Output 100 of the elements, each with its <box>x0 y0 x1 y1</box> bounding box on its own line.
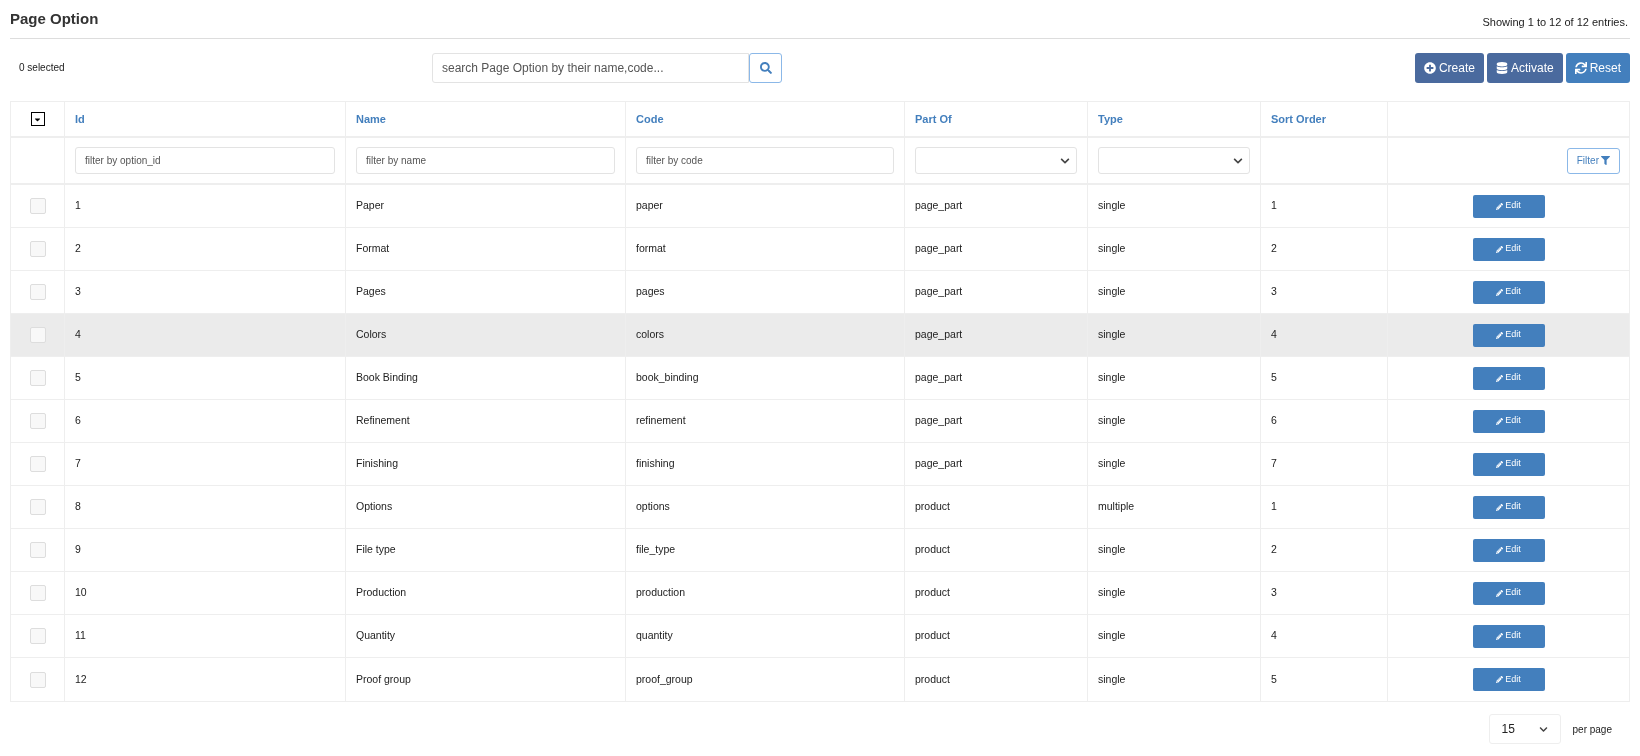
database-icon <box>1495 61 1508 74</box>
table-cell: 2 <box>1271 542 1277 558</box>
table-cell: product <box>915 542 951 558</box>
table-row[interactable]: 4 Colors colors page_part single 4 Edit <box>11 314 1629 357</box>
table-cell: Book Binding <box>356 370 418 386</box>
table-cell: single <box>1098 241 1126 257</box>
row-checkbox[interactable] <box>29 542 46 558</box>
table-cell-text: single <box>1098 671 1126 687</box>
table-cell: format <box>636 241 666 257</box>
table-cell-text: product <box>915 671 951 687</box>
table-cell: 5 <box>75 370 81 386</box>
filter-dropdown[interactable] <box>915 147 1077 174</box>
table-row[interactable]: 10 Production production product single 3 Edit <box>11 572 1629 615</box>
row-checkbox[interactable] <box>29 628 46 644</box>
table-cell: 10 <box>75 585 87 601</box>
edit-button[interactable]: Edit <box>1472 366 1545 390</box>
edit-button[interactable]: Edit <box>1472 280 1545 304</box>
search-field[interactable]: search Page Option by their name,code... <box>432 52 749 83</box>
search-button[interactable] <box>749 52 782 83</box>
table-row[interactable]: 5 Book Binding book_binding page_part single 5 Edit <box>11 357 1629 400</box>
table-cell: product <box>915 499 951 515</box>
edit-button[interactable]: Edit <box>1472 452 1545 476</box>
filter-dropdown[interactable] <box>1098 147 1250 174</box>
table-cell: 4 <box>1271 628 1277 644</box>
table-cell-text: 12 <box>75 671 87 687</box>
edit-button[interactable]: Edit <box>1472 194 1545 218</box>
pencil-icon <box>1496 676 1504 683</box>
pencil-icon <box>1496 417 1504 425</box>
table-cell: 11 <box>75 628 86 644</box>
table-row[interactable]: 2 Format format page_part single 2 Edit <box>11 228 1629 271</box>
edit-button[interactable]: Edit <box>1472 323 1545 347</box>
edit-button[interactable]: Edit <box>1472 409 1545 433</box>
table-cell: file_type <box>636 542 676 558</box>
table-row[interactable]: 1 Paper paper page_part single 1 Edit <box>11 185 1629 228</box>
table-cell: 2 <box>75 241 81 257</box>
table-cell: page_part <box>915 198 963 214</box>
column-header[interactable]: Sort Order <box>1271 110 1326 128</box>
selected-count: 0 selected <box>19 61 66 75</box>
edit-button[interactable]: Edit <box>1472 495 1545 519</box>
row-checkbox[interactable] <box>29 456 46 472</box>
row-checkbox[interactable] <box>29 241 46 257</box>
column-header[interactable]: Id <box>75 110 85 128</box>
table-cell: Options <box>356 499 393 515</box>
table-row[interactable]: 3 Pages pages page_part single 3 Edit <box>11 271 1629 314</box>
edit-button[interactable]: Edit <box>1472 237 1545 261</box>
table-cell: 3 <box>75 284 81 300</box>
row-checkbox[interactable] <box>29 327 46 343</box>
reset-button[interactable]: Reset <box>1565 52 1630 83</box>
table-cell: 7 <box>75 456 81 472</box>
chevron-down-icon <box>1233 155 1243 166</box>
table-cell: book_binding <box>636 370 699 386</box>
table-cell: single <box>1098 198 1126 214</box>
table-cell: page_part <box>915 456 963 472</box>
pencil-icon <box>1496 546 1504 554</box>
table-cell: 4 <box>75 327 81 343</box>
table-cell-text: proof_group <box>636 671 693 687</box>
edit-button[interactable]: Edit <box>1472 624 1545 648</box>
column-header[interactable]: Type <box>1098 110 1123 128</box>
table-cell: Finishing <box>356 456 399 472</box>
table-cell: single <box>1098 628 1126 644</box>
table-cell: page_part <box>915 327 963 343</box>
table-cell: 3 <box>1271 284 1277 300</box>
table-cell: page_part <box>915 370 963 386</box>
table-cell: Refinement <box>356 413 410 429</box>
create-button[interactable]: Create <box>1414 52 1484 83</box>
table-row[interactable]: 8 Options options product multiple 1 Edit <box>11 486 1629 529</box>
column-header[interactable]: Name <box>356 110 386 128</box>
column-header[interactable]: Part Of <box>915 110 952 128</box>
edit-button[interactable]: Edit <box>1472 668 1545 691</box>
select-all-dropdown[interactable] <box>30 112 45 126</box>
filter-field[interactable]: filter by option_id <box>75 147 335 174</box>
activate-button[interactable]: Activate <box>1486 52 1563 83</box>
row-checkbox[interactable] <box>29 370 46 386</box>
table-cell: File type <box>356 542 396 558</box>
filter-button[interactable]: Filter <box>1566 147 1620 174</box>
table-row[interactable]: 7 Finishing finishing page_part single 7 Edit <box>11 443 1629 486</box>
table-row[interactable]: 9 File type file_type product single 2 Edit <box>11 529 1629 572</box>
filter-field[interactable]: filter by name <box>356 147 615 174</box>
table-cell: pages <box>636 284 665 300</box>
page-size-dropdown[interactable]: 15 <box>1488 714 1561 744</box>
filter-field[interactable]: filter by code <box>636 147 894 174</box>
table-cell: page_part <box>915 284 963 300</box>
pencil-icon <box>1496 589 1504 597</box>
row-checkbox[interactable] <box>29 585 46 601</box>
table-row[interactable]: 6 Refinement refinement page_part single 6 Edit <box>11 400 1629 443</box>
pencil-icon <box>1496 288 1504 296</box>
pencil-icon <box>1496 503 1504 511</box>
row-checkbox[interactable] <box>29 413 46 429</box>
column-header[interactable]: Code <box>636 110 664 128</box>
edit-button[interactable]: Edit <box>1472 538 1545 562</box>
pencil-icon <box>1496 460 1504 468</box>
row-checkbox[interactable] <box>29 671 46 688</box>
table-cell: Paper <box>356 198 385 214</box>
table-cell: 1 <box>1271 198 1277 214</box>
row-checkbox[interactable] <box>29 198 46 214</box>
edit-button[interactable]: Edit <box>1472 581 1545 605</box>
row-checkbox[interactable] <box>29 284 46 300</box>
table-cell: single <box>1098 542 1126 558</box>
table-row[interactable]: 11 Quantity quantity product single 4 Edit <box>11 615 1629 658</box>
row-checkbox[interactable] <box>29 499 46 515</box>
